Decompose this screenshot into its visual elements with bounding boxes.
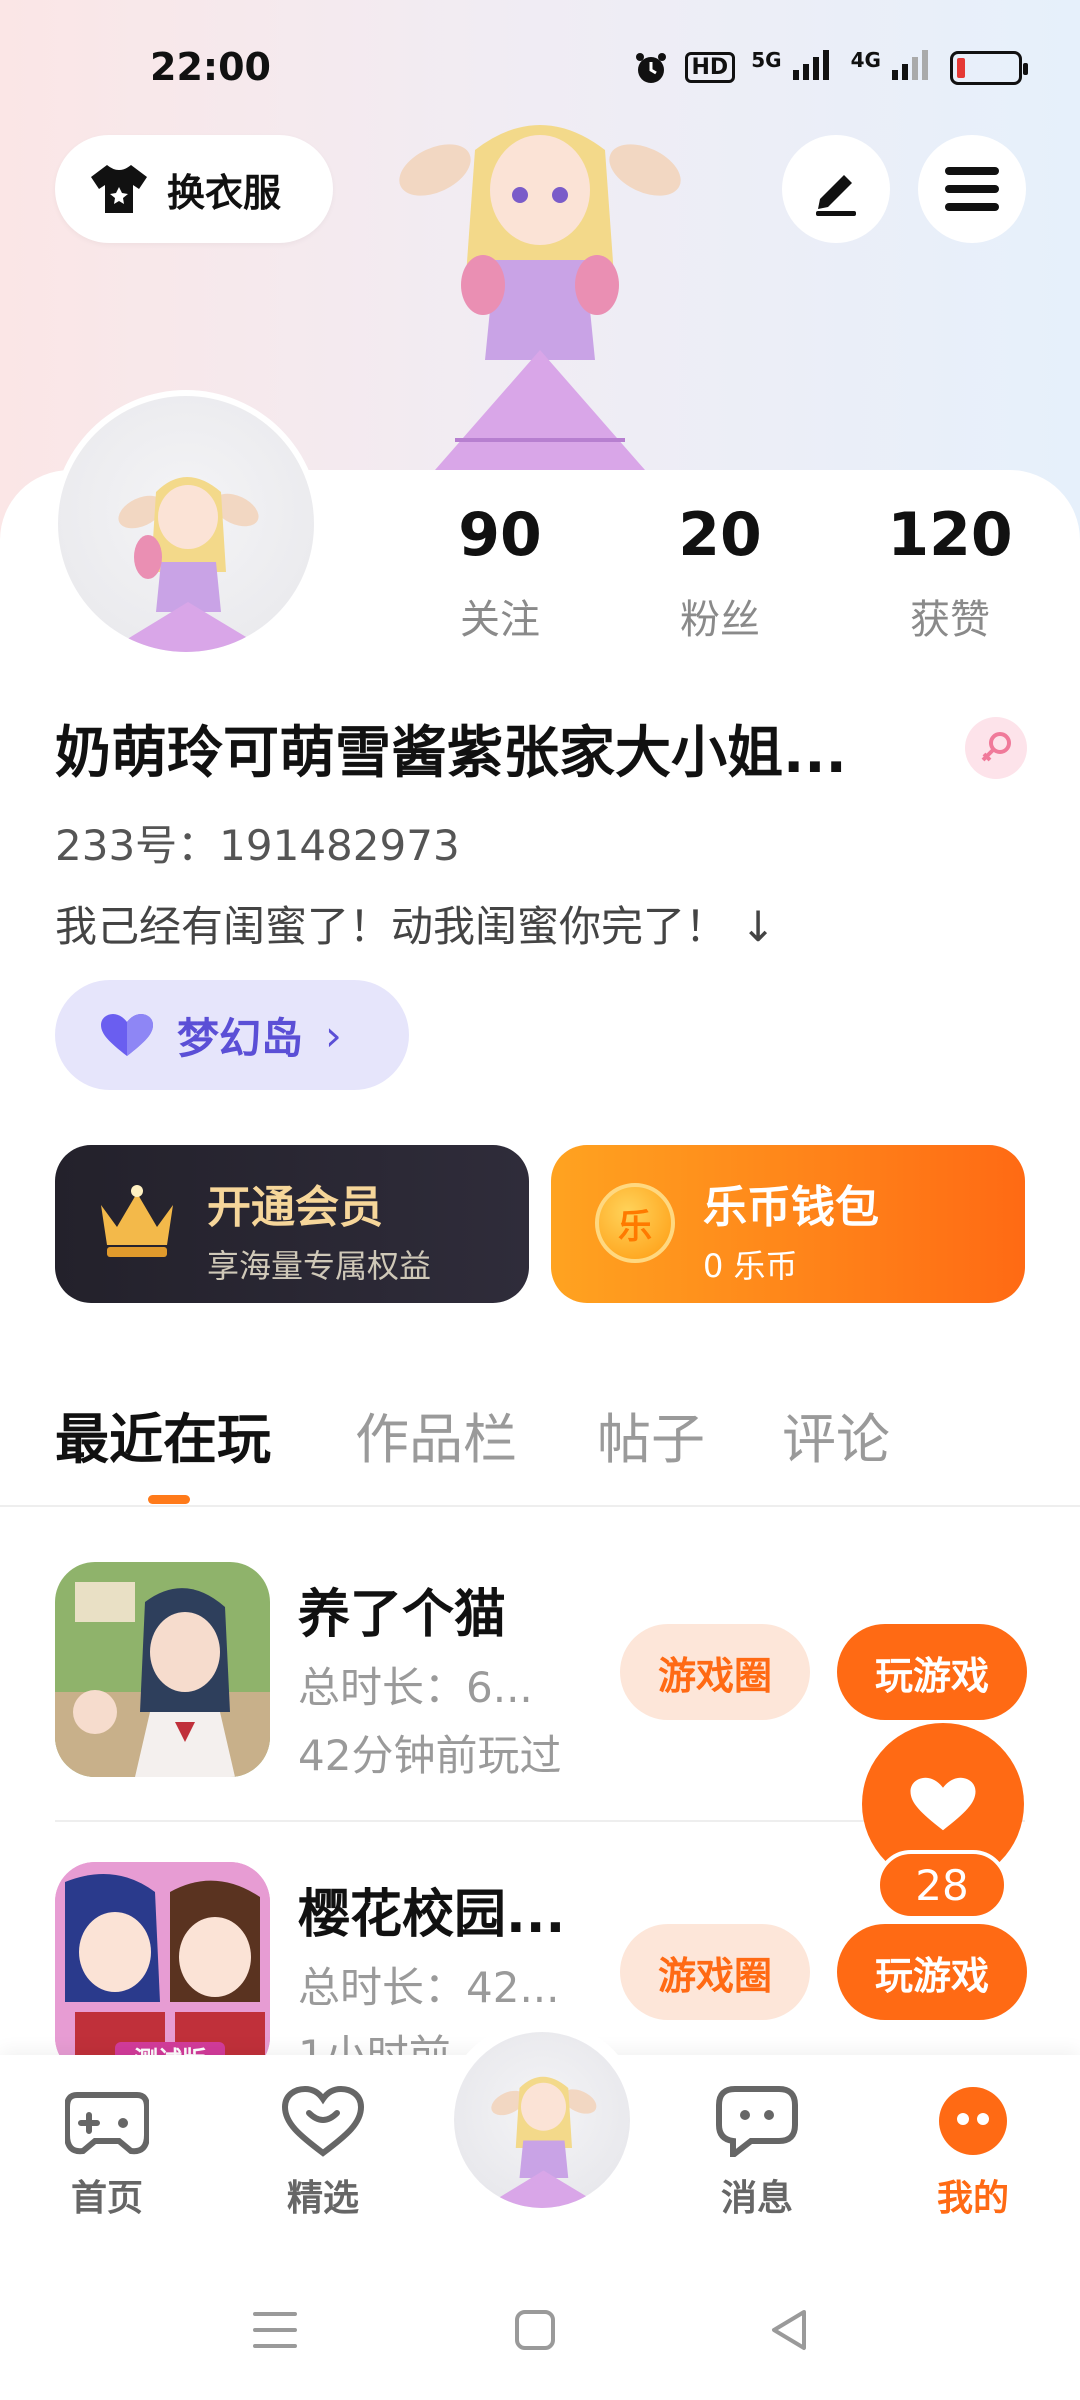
- vip-membership-card[interactable]: 开通会员 享海量专属权益: [55, 1145, 529, 1303]
- shirt-icon: [91, 165, 147, 213]
- profile-uid: 233号：191482973: [55, 821, 460, 870]
- tab-recently-played[interactable]: 最近在玩: [55, 1395, 271, 1474]
- 5g-signal-icon: 5G: [751, 48, 834, 87]
- tab-comments[interactable]: 评论: [782, 1395, 890, 1474]
- tab-works[interactable]: 作品栏: [355, 1395, 517, 1474]
- game-title: 养了个猫: [298, 1585, 507, 1645]
- game-last-played: 42分钟前玩过: [298, 1731, 562, 1780]
- heart-chat-icon: [281, 2085, 365, 2157]
- edit-profile-button[interactable]: [782, 135, 890, 243]
- stat-followers-label: 粉丝: [680, 597, 760, 643]
- 4g-signal-icon: 4G: [851, 48, 934, 87]
- avatar-character-icon: [482, 2076, 606, 2208]
- system-navigation-bar: [0, 2250, 1080, 2400]
- face-icon: [939, 2087, 1007, 2155]
- stat-following[interactable]: 90 关注: [400, 505, 600, 645]
- heart-icon: [101, 1014, 153, 1056]
- play-game-button[interactable]: 玩游戏: [837, 1624, 1027, 1720]
- profile-tabs: 最近在玩 作品栏 帖子 评论: [55, 1395, 1055, 1505]
- home-icon[interactable]: [505, 2300, 565, 2360]
- battery-low-icon: [950, 50, 1028, 85]
- chevron-right-icon: ›: [325, 1010, 342, 1060]
- profile-bio: 我己经有闺蜜了！动我闺蜜你完了！ ↓: [55, 902, 776, 951]
- 4g-label: 4G: [850, 48, 881, 72]
- tab-posts[interactable]: 帖子: [597, 1395, 705, 1474]
- dream-island-label: 梦幻岛: [177, 1013, 304, 1063]
- nav-avatar-button[interactable]: [442, 2020, 642, 2220]
- signal-bars-icon: [792, 50, 829, 80]
- game-total-time: 总时长：42...: [298, 1963, 560, 2012]
- nav-label-me: 我的: [936, 2178, 1009, 2219]
- nav-item-messages[interactable]: 消息: [682, 2085, 832, 2221]
- vip-title: 开通会员: [207, 1182, 383, 1233]
- game-circle-button[interactable]: 游戏圈: [620, 1624, 810, 1720]
- signal-bars-icon: [892, 50, 928, 80]
- profile-avatar[interactable]: [52, 390, 320, 658]
- nav-item-home[interactable]: 首页: [32, 2085, 182, 2221]
- heart-icon: [910, 1777, 976, 1831]
- play-game-button[interactable]: 玩游戏: [837, 1924, 1027, 2020]
- game-thumbnail[interactable]: [55, 1562, 270, 1777]
- stat-followers-value: 20: [678, 500, 762, 570]
- change-outfit-label: 换衣服: [167, 170, 282, 215]
- chat-icon: [716, 2086, 798, 2162]
- avatar-character-icon: [106, 477, 271, 652]
- active-tab-indicator: [148, 1495, 190, 1504]
- hamburger-icon: [945, 167, 999, 211]
- back-icon[interactable]: [760, 2300, 820, 2360]
- profile-stats: 90 关注 20 粉丝 120 获赞: [400, 505, 1040, 655]
- nav-item-featured[interactable]: 精选: [248, 2085, 398, 2221]
- game-thumbnail[interactable]: 测试版: [55, 1862, 270, 2077]
- coin-wallet-card[interactable]: 乐 乐币钱包 0 乐币: [551, 1145, 1025, 1303]
- recent-apps-icon[interactable]: [245, 2300, 305, 2360]
- wallet-balance: 0 乐币: [703, 1247, 798, 1285]
- menu-button[interactable]: [918, 135, 1026, 243]
- stat-following-label: 关注: [460, 597, 540, 643]
- game-title: 樱花校园...: [298, 1885, 566, 1945]
- game-total-time: 总时长：6...: [298, 1663, 533, 1712]
- status-icons: HD 5G 4G: [633, 48, 1028, 87]
- stat-following-value: 90: [458, 500, 542, 570]
- female-icon: [965, 717, 1027, 779]
- crown-icon: [101, 1185, 173, 1257]
- coin-icon: 乐: [595, 1183, 675, 1263]
- game-circle-button[interactable]: 游戏圈: [620, 1924, 810, 2020]
- nav-item-me[interactable]: 我的: [898, 2085, 1048, 2221]
- like-count-badge: 28: [876, 1850, 1008, 1920]
- nav-label-home: 首页: [70, 2178, 143, 2219]
- profile-nickname: 奶萌玲可萌雪酱紫张家大小姐...: [55, 721, 847, 786]
- hd-icon: HD: [684, 52, 736, 83]
- pen-icon: [816, 175, 856, 216]
- 5g-label: 5G: [751, 48, 782, 72]
- nav-avatar-image: [454, 2032, 630, 2208]
- wallet-title: 乐币钱包: [703, 1182, 879, 1233]
- dream-island-button[interactable]: 梦幻岛 ›: [55, 980, 409, 1090]
- alarm-icon: [635, 52, 666, 83]
- avatar-image: [58, 396, 314, 652]
- vip-subtitle: 享海量专属权益: [207, 1247, 432, 1285]
- nav-label-messages: 消息: [720, 2178, 793, 2219]
- stat-likes-label: 获赞: [910, 597, 990, 643]
- tabs-divider: [0, 1505, 1080, 1507]
- stat-followers[interactable]: 20 粉丝: [620, 505, 820, 645]
- stat-likes[interactable]: 120 获赞: [850, 505, 1050, 645]
- nav-label-featured: 精选: [286, 2178, 359, 2219]
- change-outfit-button[interactable]: 换衣服: [55, 135, 333, 243]
- status-time: 22:00: [150, 45, 271, 89]
- gamepad-icon: [64, 2092, 150, 2155]
- stat-likes-value: 120: [887, 500, 1013, 570]
- avatar-character-illustration: [399, 125, 681, 470]
